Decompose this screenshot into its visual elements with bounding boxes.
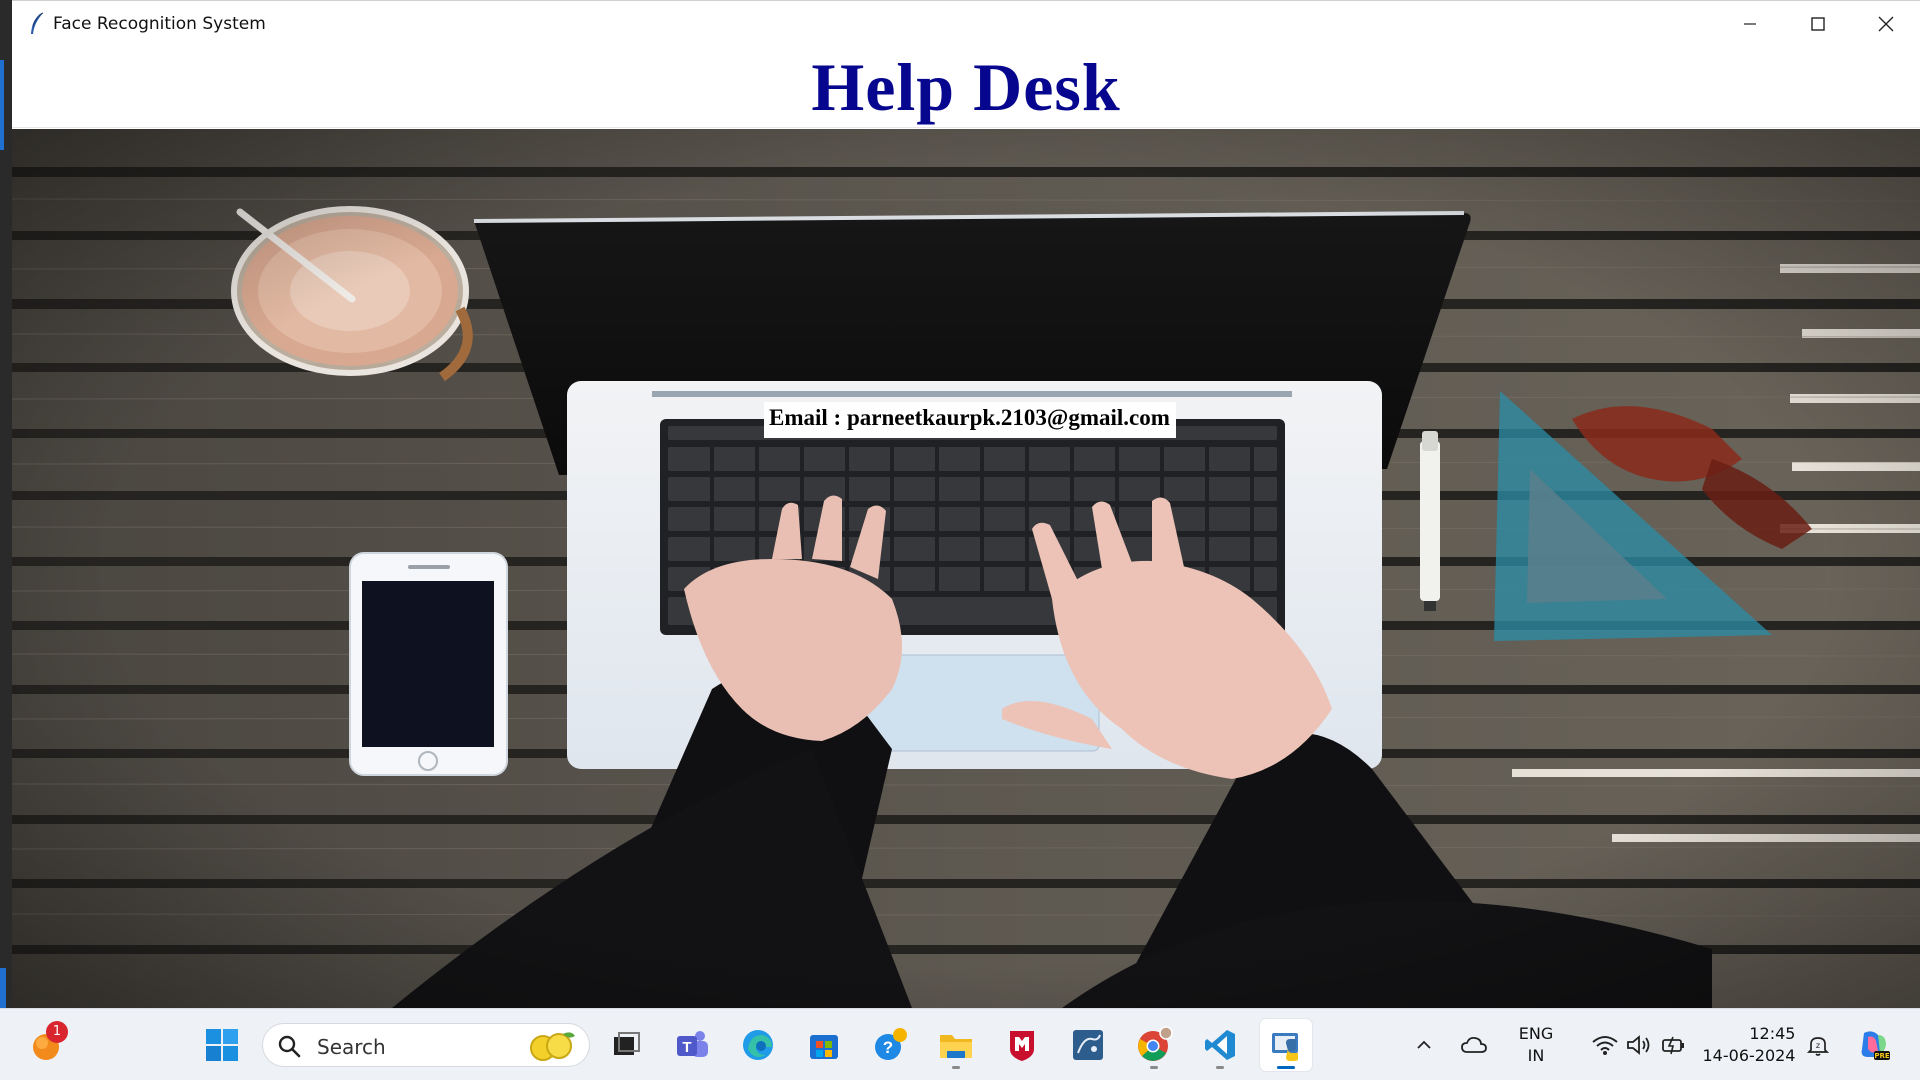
taskbar-app-mysql-workbench[interactable] [1062,1019,1114,1071]
quick-settings-button[interactable] [1574,1019,1704,1071]
notifications-button[interactable]: z [1798,1019,1838,1071]
close-icon [1878,16,1894,32]
window-title: Face Recognition System [53,14,266,34]
taskbar-app-file-explorer[interactable] [930,1019,982,1071]
region-code: IN [1527,1046,1545,1065]
volume-icon [1627,1035,1650,1055]
title-bar[interactable]: Face Recognition System [12,0,1920,46]
svg-text:T: T [682,1039,691,1056]
copilot-button[interactable]: PRE [1848,1019,1898,1071]
running-indicator [952,1066,960,1069]
maximize-button[interactable] [1784,1,1852,47]
minimize-button[interactable] [1716,1,1784,47]
maximize-icon [1811,17,1825,31]
show-hidden-icons-button[interactable] [1404,1019,1444,1071]
svg-text:z: z [1816,1041,1820,1050]
desktop-accent [0,968,6,1008]
svg-text:PRE: PRE [1874,1052,1890,1060]
folder-icon [940,1035,972,1058]
taskbar-app-mcafee[interactable] [996,1019,1048,1071]
taskbar-app-teams[interactable]: T [666,1019,718,1071]
close-button[interactable] [1852,1,1920,47]
notification-bell-icon: z [1806,1037,1830,1056]
taskbar-app-get-help[interactable]: ? [864,1019,916,1071]
copilot-icon: PRE [1861,1031,1890,1060]
app-window: Face Recognition System Help Desk Email … [12,0,1920,1008]
language-code: ENG [1518,1024,1554,1043]
battery-icon [1662,1036,1684,1055]
chrome-icon [1138,1026,1173,1061]
desktop-accent [0,60,4,150]
desk-photo [12,129,1920,1008]
running-indicator [1150,1066,1158,1069]
taskbar-search[interactable]: Search [262,1023,590,1067]
taskbar-app-chrome[interactable] [1128,1019,1180,1071]
taskbar-app-vscode[interactable] [1194,1019,1246,1071]
task-view-icon [614,1032,640,1055]
onedrive-button[interactable] [1452,1019,1496,1071]
taskbar-app-edge[interactable] [732,1019,784,1071]
minimize-icon [1744,23,1756,25]
lemon-icon [530,1032,575,1061]
cloud-icon [1461,1036,1487,1053]
search-icon [278,1035,301,1058]
edge-icon [743,1030,773,1060]
clock-button[interactable]: 12:45 14-06-2024 [1700,1019,1798,1071]
mcafee-icon [1010,1031,1034,1061]
taskbar-app-python[interactable] [1260,1019,1312,1071]
taskbar: 1 Search T ? ENG IN 12:45 14-06-2024 z P… [0,1008,1920,1080]
language-indicator[interactable]: ENG IN [1506,1019,1566,1071]
clock-time: 12:45 [1749,1024,1796,1043]
windows-logo-icon [206,1029,238,1061]
running-indicator [1216,1066,1224,1069]
start-button[interactable] [196,1019,248,1071]
store-icon [810,1035,838,1059]
email-label: Email : parneetkaurpk.2103@gmail.com [764,402,1176,438]
help-icon: ? [875,1028,907,1060]
running-indicator [1277,1066,1295,1069]
workbench-icon [1073,1030,1103,1060]
chevron-up-icon [1417,1040,1431,1049]
page-title: Help Desk [811,49,1121,125]
svg-text:?: ? [883,1038,893,1057]
heading-band: Help Desk [12,46,1920,128]
clock-date: 14-06-2024 [1702,1046,1796,1065]
desktop-edge [0,0,12,1008]
search-placeholder: Search [317,1035,386,1059]
background-image: Email : parneetkaurpk.2103@gmail.com [12,129,1920,1008]
feather-icon [31,12,44,34]
python-icon [1272,1033,1298,1061]
teams-icon: T [677,1031,708,1057]
taskbar-app-task-view[interactable] [600,1019,652,1071]
taskbar-app-store[interactable] [798,1019,850,1071]
wifi-icon [1592,1036,1618,1055]
vscode-icon [1205,1030,1235,1060]
notification-badge: 1 [46,1021,68,1043]
